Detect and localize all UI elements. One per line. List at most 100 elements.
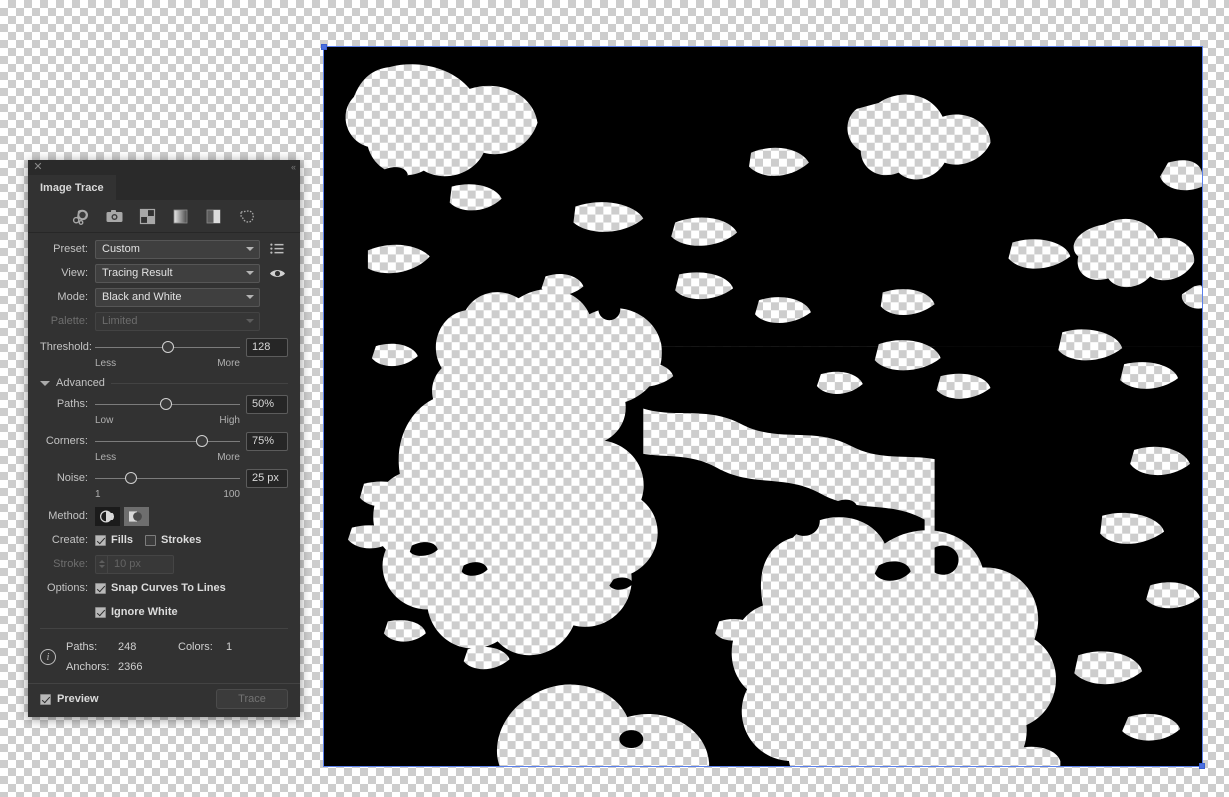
options-label: Options: <box>47 582 88 594</box>
low-fidelity-photo-icon[interactable] <box>138 206 158 226</box>
trace-info-block: i Paths: 248 Colors: 1 Anchors: 2366 <box>28 633 300 683</box>
tab-image-trace-label: Image Trace <box>40 181 104 194</box>
threshold-slider[interactable] <box>95 336 240 358</box>
corners-input[interactable]: 75% <box>246 431 288 451</box>
trace-stats: Paths: 248 Colors: 1 Anchors: 2366 <box>66 637 288 677</box>
method-row: Method: <box>28 504 300 528</box>
paths-value: 50% <box>252 398 275 410</box>
noise-input[interactable]: 25 px <box>246 468 288 488</box>
corners-label: Corners: <box>45 435 88 447</box>
snap-curves-checkbox-group[interactable]: Snap Curves To Lines <box>95 582 226 594</box>
paths-max-label: High <box>219 415 240 426</box>
mode-value: Black and White <box>102 291 182 303</box>
selection-handle-top-left[interactable] <box>321 44 327 50</box>
noise-slider[interactable] <box>95 467 240 489</box>
paths-scale: Low High <box>28 415 300 430</box>
selection-handle-bottom-right[interactable] <box>1199 763 1205 769</box>
advanced-label: Advanced <box>56 377 105 389</box>
ignore-white-checkbox-group[interactable]: Ignore White <box>95 606 178 618</box>
threshold-label: Threshold: <box>40 341 92 353</box>
anchors-stat-value: 2366 <box>118 661 143 673</box>
panel-body: Preset: Custom View: Tracing Result Mode… <box>28 200 300 717</box>
paths-min-label: Low <box>95 415 114 426</box>
view-row: View: Tracing Result <box>28 261 300 285</box>
corners-slider[interactable] <box>95 430 240 452</box>
threshold-input[interactable]: 128 <box>246 337 288 357</box>
preview-label: Preview <box>57 693 99 705</box>
preview-checkbox[interactable] <box>40 693 51 705</box>
paths-slider[interactable] <box>95 393 240 415</box>
palette-row: Palette: Limited <box>28 309 300 333</box>
snap-curves-label: Snap Curves To Lines <box>111 582 226 594</box>
threshold-slider-thumb[interactable] <box>161 341 174 353</box>
stats-row-anchors: Anchors: 2366 <box>66 657 288 677</box>
auto-color-icon[interactable] <box>72 206 92 226</box>
method-abutting-icon[interactable] <box>95 506 120 526</box>
trace-button-label: Trace <box>238 693 266 705</box>
chevron-down-icon <box>246 271 254 275</box>
corners-slider-track[interactable] <box>95 441 240 442</box>
paths-input[interactable]: 50% <box>246 394 288 414</box>
panel-divider <box>40 628 288 629</box>
advanced-divider <box>110 382 288 384</box>
corners-max-label: More <box>217 452 240 463</box>
chevron-down-icon <box>246 247 254 251</box>
preset-value: Custom <box>102 243 140 255</box>
grayscale-icon[interactable] <box>171 206 191 226</box>
image-trace-panel[interactable]: ✕ ‹‹ Image Trace Preset: Custom View: Tr… <box>28 160 300 717</box>
stroke-stepper-icon <box>96 555 108 573</box>
info-icon[interactable]: i <box>40 649 56 665</box>
black-and-white-icon[interactable] <box>204 206 224 226</box>
advanced-section-header[interactable]: Advanced <box>28 373 300 393</box>
palette-dropdown: Limited <box>95 311 260 331</box>
snap-curves-checkbox[interactable] <box>95 582 106 594</box>
corners-value: 75% <box>252 435 275 447</box>
chevron-down-icon <box>246 319 254 323</box>
ignore-white-checkbox[interactable] <box>95 606 106 618</box>
preset-row: Preset: Custom <box>28 237 300 261</box>
preset-dropdown[interactable]: Custom <box>95 239 260 259</box>
palette-row-spacer <box>266 312 288 331</box>
stroke-value: 10 px <box>114 558 141 570</box>
outline-icon[interactable] <box>237 206 257 226</box>
anchors-stat-key: Anchors: <box>66 661 110 673</box>
artboard[interactable] <box>321 44 1205 769</box>
threshold-row: Threshold: 128 <box>28 336 300 358</box>
mode-row-spacer <box>266 288 288 307</box>
strokes-checkbox[interactable] <box>145 534 157 546</box>
paths-slider-thumb[interactable] <box>160 398 173 410</box>
threshold-scale: Less More <box>28 358 300 373</box>
palette-label: Palette: <box>50 315 88 327</box>
corners-min-label: Less <box>95 452 117 463</box>
collapse-double-arrow-icon[interactable]: ‹‹ <box>291 161 296 173</box>
threshold-min-label: Less <box>95 358 117 369</box>
paths-label: Paths: <box>56 398 88 410</box>
eye-icon[interactable] <box>266 264 288 283</box>
view-value: Tracing Result <box>102 267 173 279</box>
tab-image-trace[interactable]: Image Trace <box>28 175 116 200</box>
view-dropdown[interactable]: Tracing Result <box>95 263 260 283</box>
corners-slider-thumb[interactable] <box>196 435 209 447</box>
method-buttons <box>95 506 149 526</box>
stroke-row: Stroke: 10 px <box>28 552 300 576</box>
view-label: View: <box>61 267 88 279</box>
method-overlapping-icon[interactable] <box>124 506 149 526</box>
mode-dropdown[interactable]: Black and White <box>95 287 260 307</box>
chevron-down-icon <box>246 295 254 299</box>
fills-checkbox[interactable] <box>95 534 106 546</box>
close-icon[interactable]: ✕ <box>33 162 43 173</box>
traced-artwork-detail <box>324 47 1202 766</box>
create-row: Create: Fills Strokes <box>28 528 300 552</box>
noise-max-label: 100 <box>223 489 240 500</box>
strokes-checkbox-group[interactable]: Strokes <box>145 534 201 546</box>
triangle-down-icon[interactable] <box>40 380 50 386</box>
noise-slider-thumb[interactable] <box>125 472 138 484</box>
threshold-value: 128 <box>252 341 271 353</box>
noise-min-label: 1 <box>95 489 101 500</box>
noise-label: Noise: <box>56 472 88 484</box>
preset-menu-icon[interactable] <box>266 240 288 259</box>
noise-slider-track[interactable] <box>95 478 240 479</box>
high-fidelity-photo-icon[interactable] <box>105 206 125 226</box>
mode-row: Mode: Black and White <box>28 285 300 309</box>
fills-checkbox-group[interactable]: Fills <box>95 534 133 546</box>
